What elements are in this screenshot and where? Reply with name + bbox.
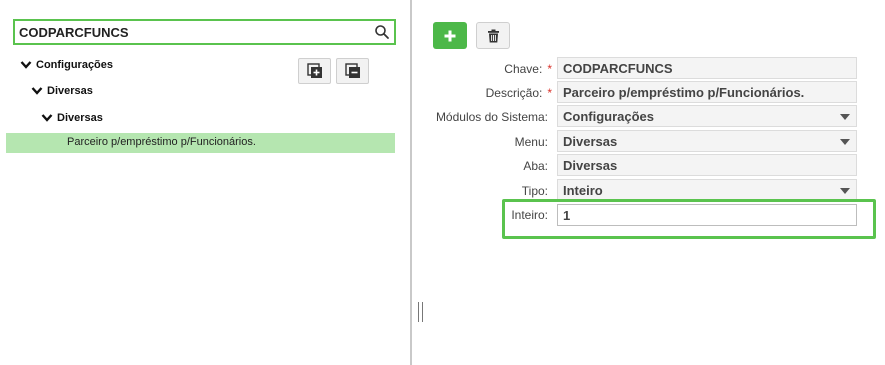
tree-node-diversas[interactable]: Diversas <box>31 85 93 97</box>
aba-label: Aba: <box>523 159 548 173</box>
required-mark: * <box>547 62 552 76</box>
chevron-down-icon[interactable] <box>41 113 53 123</box>
chave-field: CODPARCFUNCS <box>557 57 857 79</box>
tree-node-configuracoes[interactable]: Configurações <box>20 59 113 71</box>
plus-icon <box>444 30 456 41</box>
descricao-label-text: Descrição: <box>485 86 543 100</box>
modulos-label-row: Módulos do Sistema: <box>412 106 552 128</box>
modulos-select[interactable]: Configurações <box>557 105 857 127</box>
collapse-all-icon <box>344 63 360 78</box>
caret-down-icon <box>840 188 850 194</box>
tree-panel: Configurações Diversas Diversas Parceiro… <box>0 0 410 365</box>
collapse-all-button[interactable] <box>336 58 369 84</box>
delete-button[interactable] <box>476 22 510 49</box>
chave-label: Chave: * <box>504 62 552 76</box>
trash-icon <box>487 29 499 42</box>
modulos-label: Módulos do Sistema: <box>435 110 548 124</box>
tipo-select[interactable]: Inteiro <box>557 179 857 201</box>
descricao-field: Parceiro p/empréstimo p/Funcionários. <box>557 81 857 103</box>
tree-node-label: Diversas <box>57 112 103 124</box>
inteiro-label: Inteiro: <box>511 208 548 222</box>
chevron-down-icon[interactable] <box>31 86 43 96</box>
tree-node-diversas-child[interactable]: Diversas <box>41 112 103 124</box>
tree-leaf-selected[interactable]: Parceiro p/empréstimo p/Funcionários. <box>6 133 395 153</box>
resize-grip[interactable] <box>418 302 423 322</box>
menu-label: Menu: <box>514 135 548 149</box>
add-button[interactable] <box>433 22 467 49</box>
chevron-down-icon[interactable] <box>20 60 32 70</box>
search-icon[interactable] <box>374 24 390 40</box>
inteiro-label-row: Inteiro: <box>412 204 552 226</box>
tree-node-label: Configurações <box>36 59 114 71</box>
aba-field: Diversas <box>557 154 857 176</box>
menu-select[interactable]: Diversas <box>557 130 857 152</box>
search-input[interactable] <box>19 23 369 41</box>
menu-label-row: Menu: <box>412 131 552 153</box>
tree-leaf-label: Parceiro p/empréstimo p/Funcionários. <box>67 136 256 148</box>
caret-down-icon <box>840 139 850 145</box>
descricao-label: Descrição: * <box>486 86 552 100</box>
expand-all-icon <box>306 63 322 78</box>
caret-down-icon <box>840 114 850 120</box>
inteiro-input[interactable]: 1 <box>557 204 857 226</box>
menu-value: Diversas <box>563 134 618 149</box>
aba-label-row: Aba: <box>412 155 552 177</box>
tipo-value: Inteiro <box>563 183 603 198</box>
expand-all-button[interactable] <box>298 58 331 84</box>
descricao-label-row: Descrição: * <box>412 82 552 104</box>
modulos-value: Configurações <box>563 109 655 124</box>
search-box[interactable] <box>13 19 396 45</box>
chave-label-row: Chave: * <box>412 58 552 80</box>
tipo-label: Tipo: <box>521 184 548 198</box>
tree-node-label: Diversas <box>47 85 93 97</box>
required-mark: * <box>547 86 552 100</box>
chave-label-text: Chave: <box>504 62 543 76</box>
